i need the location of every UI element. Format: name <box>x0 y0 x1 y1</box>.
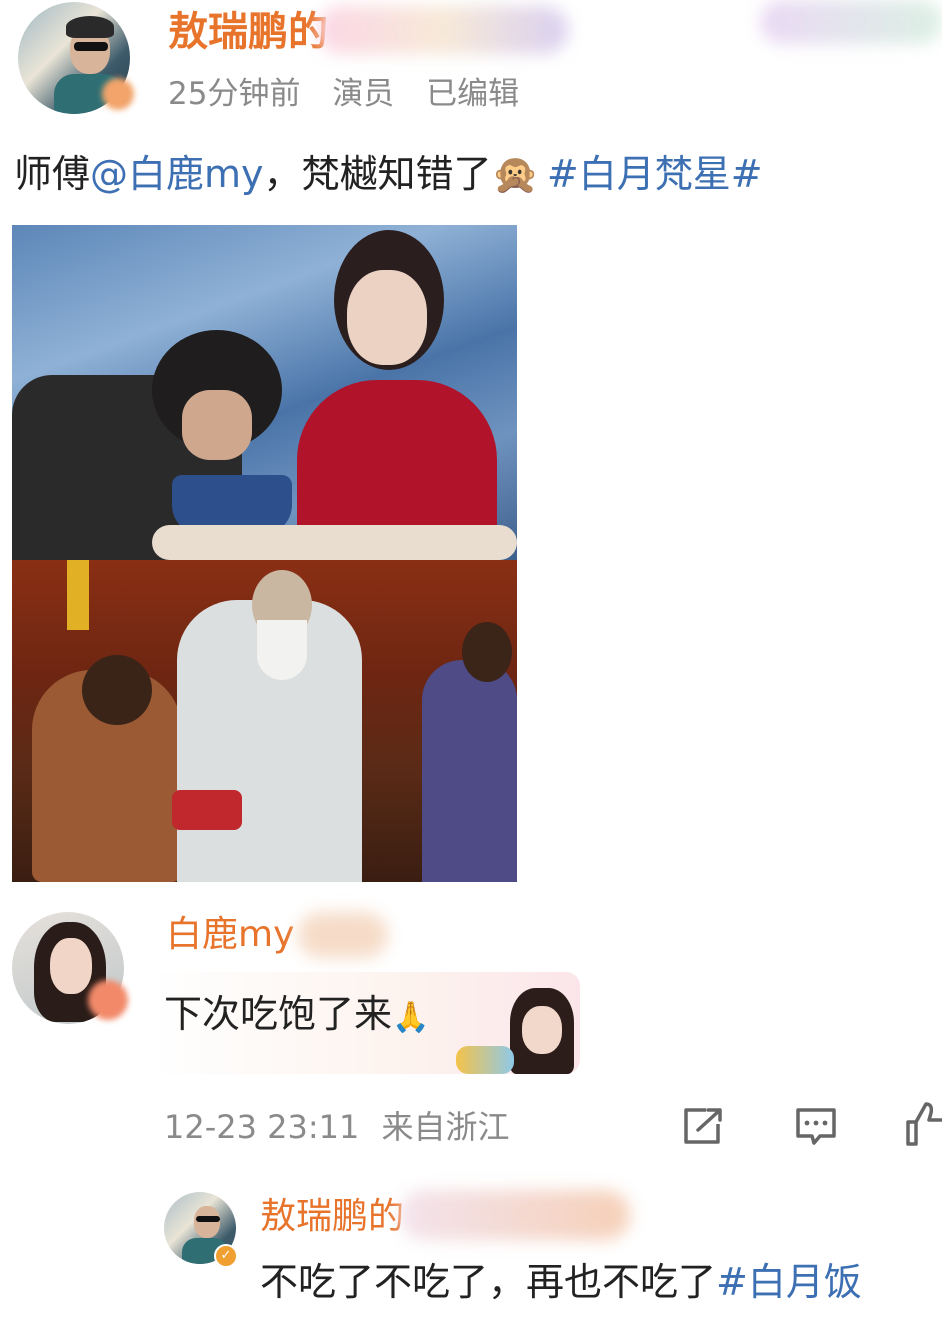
bubble-decoration-face <box>522 1006 562 1054</box>
man-face <box>182 390 252 460</box>
post-text-prefix: 师傅 <box>14 152 91 196</box>
sub-reply-text-content: 不吃了不吃了，再也不吃了 <box>260 1260 717 1304</box>
reply-name-redaction <box>298 912 388 958</box>
avatar-hair <box>66 16 114 38</box>
reply-author-name[interactable]: 白鹿my <box>166 912 294 958</box>
post-text-middle: ，梵樾知错了 <box>263 152 492 196</box>
name-redaction <box>318 6 568 54</box>
dishes <box>152 525 517 560</box>
girl-head <box>462 622 512 682</box>
sub-avatar-sunglasses <box>196 1216 220 1222</box>
share-icon-svg <box>684 1108 722 1144</box>
post-meta-row: 25分钟前 演员 已编辑 <box>168 74 519 114</box>
post-time: 25分钟前 <box>168 76 301 112</box>
sub-reply-text: 不吃了不吃了，再也不吃了#白月饭 <box>260 1256 942 1308</box>
follow-redaction <box>760 0 942 44</box>
reply-text-content: 下次吃饱了来 <box>164 992 393 1036</box>
comment-icon[interactable] <box>794 1106 838 1146</box>
woman-face <box>347 270 427 365</box>
avatar-sunglasses <box>74 42 108 51</box>
post-badge: 演员 <box>332 76 395 112</box>
post-author-name[interactable]: 敖瑞鹏的 <box>168 8 328 56</box>
bubble-decoration-flowers <box>456 1046 514 1074</box>
post-edited[interactable]: 已编辑 <box>426 76 519 112</box>
post-image-2[interactable] <box>12 560 517 882</box>
post-image-1[interactable] <box>12 225 517 560</box>
post-mention-link[interactable]: @白鹿my <box>90 152 264 196</box>
post-text: 师傅@白鹿my，梵樾知错了🙊 #白月梵星# <box>14 148 763 200</box>
reply-bubble: 下次吃饱了来🙏 <box>150 972 580 1074</box>
monkey-head <box>82 655 152 725</box>
reply-avatar-badge-blur <box>88 980 128 1020</box>
master-beard <box>257 620 307 680</box>
sub-verified-badge: ✓ <box>214 1244 238 1268</box>
sub-avatar-face <box>194 1206 220 1238</box>
yellow-pillar <box>67 560 89 630</box>
reply-text: 下次吃饱了来🙏 <box>164 990 429 1042</box>
post-emoji: 🙊 <box>491 152 539 196</box>
reply-avatar-face <box>50 938 92 994</box>
reply-timestamp: 12-23 23:11 <box>164 1108 360 1146</box>
reply-emoji: 🙏 <box>392 1000 430 1035</box>
post-hashtag-link[interactable]: #白月梵星# <box>547 152 763 196</box>
like-icon[interactable] <box>904 1100 942 1146</box>
like-icon-svg <box>906 1102 942 1146</box>
red-cushion <box>172 790 242 830</box>
share-icon[interactable] <box>682 1106 724 1146</box>
reply-meta-row: 12-23 23:11 来自浙江 <box>164 1106 510 1148</box>
comment-icon-svg <box>796 1108 836 1145</box>
reply-location: 来自浙江 <box>381 1108 510 1146</box>
sub-reply-author-name[interactable]: 敖瑞鹏的 <box>260 1194 404 1240</box>
sub-reply-hashtag-link[interactable]: #白月饭 <box>716 1260 862 1304</box>
girl-figure <box>422 660 517 882</box>
sub-reply-name-redaction <box>400 1190 630 1240</box>
verified-badge-blur <box>102 78 134 110</box>
